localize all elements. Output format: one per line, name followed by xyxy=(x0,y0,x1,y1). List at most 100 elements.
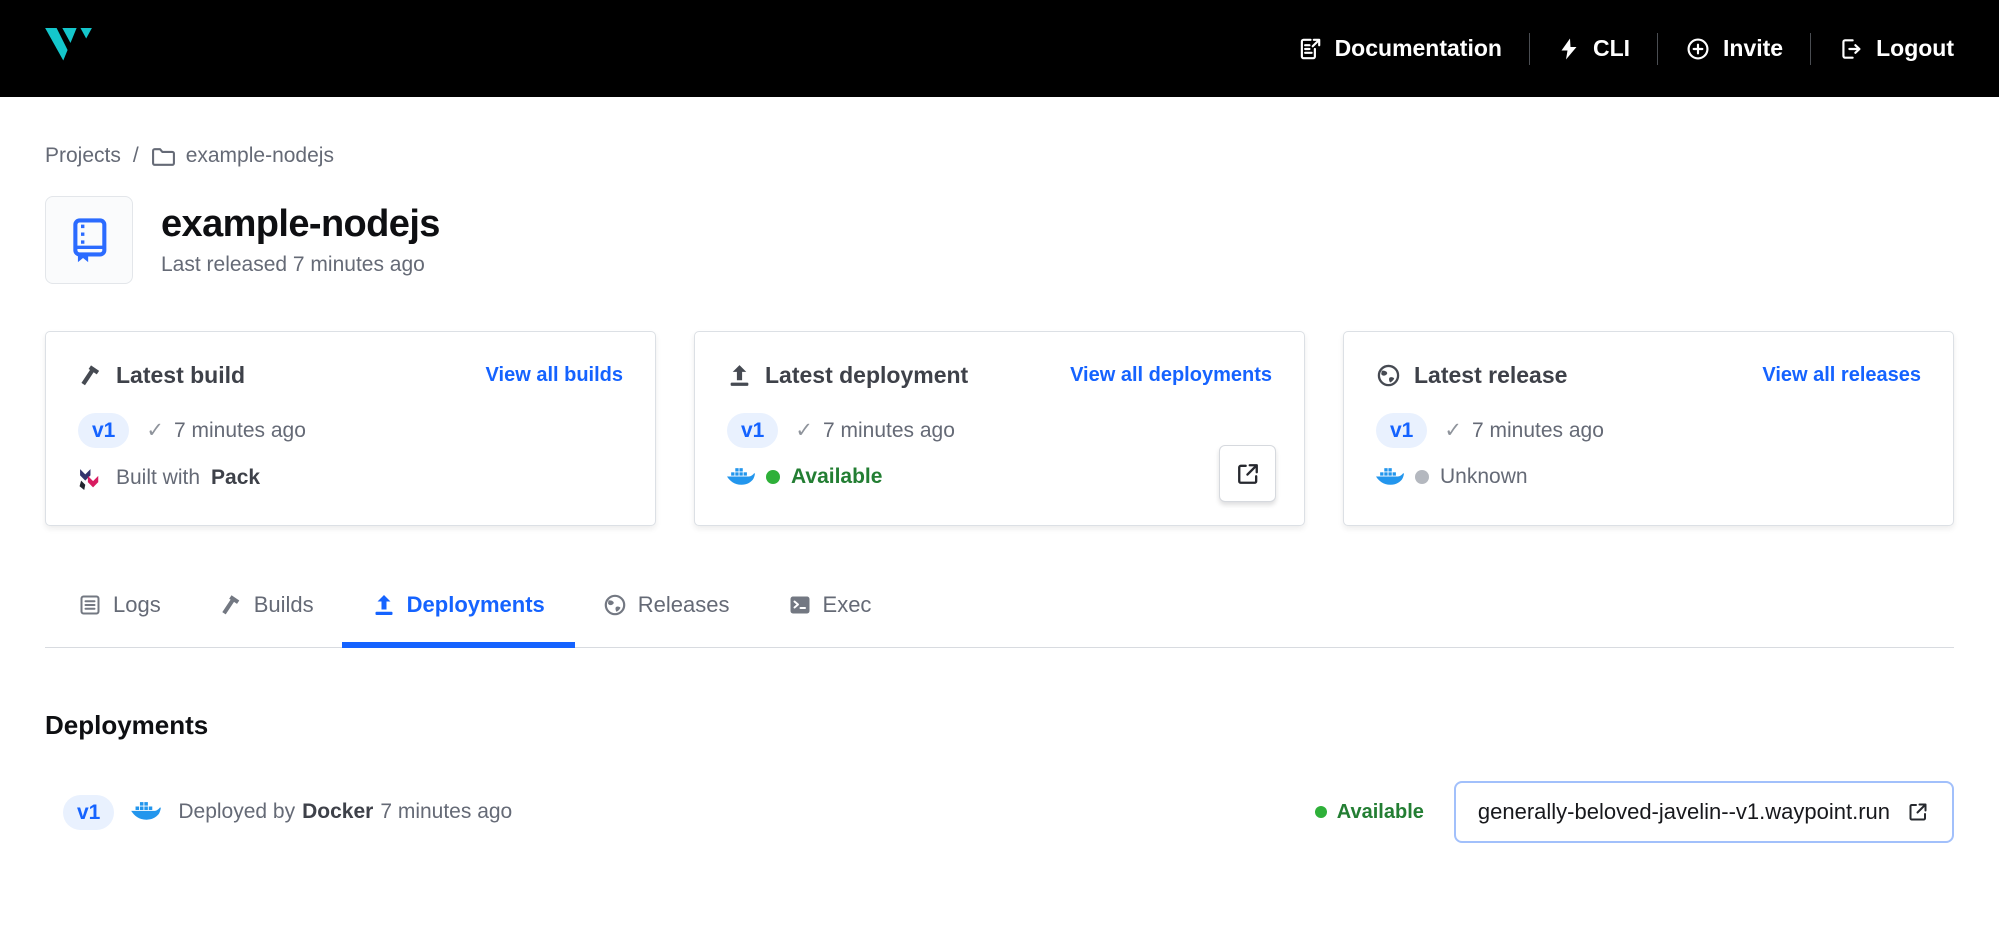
open-deployment-button[interactable] xyxy=(1219,445,1276,502)
page-title: example-nodejs xyxy=(161,203,440,246)
summary-cards: Latest build View all builds v1 ✓ 7 minu… xyxy=(45,331,1954,526)
tab-exec[interactable]: Exec xyxy=(788,592,872,647)
invite-icon xyxy=(1685,36,1711,62)
globe-icon xyxy=(603,593,627,617)
deployment-url-label: generally-beloved-javelin--v1.waypoint.r… xyxy=(1478,799,1890,825)
tab-builds[interactable]: Builds xyxy=(219,592,314,647)
version-badge: v1 xyxy=(1376,413,1427,448)
deployments-heading: Deployments xyxy=(45,710,1954,741)
folder-icon xyxy=(151,146,176,167)
release-time: ✓ 7 minutes ago xyxy=(1444,418,1604,443)
card-title-wrap: Latest release xyxy=(1376,362,1567,389)
cli-icon xyxy=(1557,37,1581,61)
build-meta-row: v1 ✓ 7 minutes ago xyxy=(78,413,623,448)
external-link-icon xyxy=(1906,800,1930,824)
nav-documentation-label: Documentation xyxy=(1335,35,1502,62)
build-detail-row: Built with Pack xyxy=(78,465,623,491)
check-icon: ✓ xyxy=(795,418,813,443)
release-status-row: Unknown xyxy=(1376,465,1921,489)
nav-cli[interactable]: CLI xyxy=(1530,35,1657,62)
card-head: Latest build View all builds xyxy=(78,362,623,389)
build-time-label: 7 minutes ago xyxy=(174,419,306,443)
terminal-icon xyxy=(788,593,812,617)
waypoint-logo[interactable] xyxy=(45,28,93,70)
card-title: Latest release xyxy=(1414,362,1567,389)
tab-deployments[interactable]: Deployments xyxy=(372,592,545,647)
deployment-row-actions: Available generally-beloved-javelin--v1.… xyxy=(1315,781,1954,843)
tab-logs-label: Logs xyxy=(113,592,161,618)
status-dot-available xyxy=(1315,806,1327,818)
card-title: Latest build xyxy=(116,362,245,389)
status-dot-available xyxy=(766,470,780,484)
deployment-row-status-label: Available xyxy=(1337,801,1424,824)
nav-logout[interactable]: Logout xyxy=(1811,35,1954,62)
breadcrumb-separator: / xyxy=(133,144,139,168)
build-time: ✓ 7 minutes ago xyxy=(146,418,306,443)
tab-releases-label: Releases xyxy=(638,592,730,618)
tab-logs[interactable]: Logs xyxy=(78,592,161,647)
deployment-row-info: v1 Deployed by Docker 7 minutes ago xyxy=(63,795,512,830)
globe-icon xyxy=(1376,363,1401,388)
page-subtitle: Last released 7 minutes ago xyxy=(161,253,440,277)
view-all-deployments-link[interactable]: View all deployments xyxy=(1070,364,1272,387)
breadcrumb: Projects / example-nodejs xyxy=(45,144,1954,168)
tab-deployments-label: Deployments xyxy=(407,592,545,618)
deployed-by-prefix: Deployed by xyxy=(178,800,295,824)
built-with-prefix: Built with xyxy=(116,466,200,490)
deployment-time: ✓ 7 minutes ago xyxy=(795,418,955,443)
tab-builds-label: Builds xyxy=(254,592,314,618)
book-icon xyxy=(68,217,110,263)
waypoint-logo-icon xyxy=(45,28,93,70)
builder-name: Pack xyxy=(211,466,260,490)
logout-icon xyxy=(1838,36,1864,62)
navbar-actions: Documentation CLI Invite xyxy=(1270,33,1954,65)
release-status: Unknown xyxy=(1440,465,1528,489)
deployment-status-row: Available xyxy=(727,465,1272,489)
hammer-icon xyxy=(219,593,243,617)
deployment-row-time: 7 minutes ago xyxy=(380,800,512,824)
nav-logout-label: Logout xyxy=(1876,35,1954,62)
nav-cli-label: CLI xyxy=(1593,35,1630,62)
breadcrumb-current-label: example-nodejs xyxy=(186,144,334,168)
version-badge: v1 xyxy=(78,413,129,448)
view-all-releases-link[interactable]: View all releases xyxy=(1762,364,1921,387)
latest-build-card: Latest build View all builds v1 ✓ 7 minu… xyxy=(45,331,656,526)
app-icon-card xyxy=(45,196,133,284)
documentation-icon xyxy=(1297,36,1323,62)
nav-invite[interactable]: Invite xyxy=(1658,35,1810,62)
deployment-meta-row: v1 ✓ 7 minutes ago xyxy=(727,413,1272,448)
breadcrumb-projects[interactable]: Projects xyxy=(45,144,121,168)
card-title: Latest deployment xyxy=(765,362,968,389)
deployment-description: Deployed by Docker 7 minutes ago xyxy=(178,800,512,824)
check-icon: ✓ xyxy=(146,418,164,443)
card-title-wrap: Latest deployment xyxy=(727,362,968,389)
deployment-time-label: 7 minutes ago xyxy=(823,419,955,443)
project-tabs: Logs Builds Deployments xyxy=(45,592,1954,648)
pack-icon xyxy=(78,465,105,491)
project-title-block: example-nodejs Last released 7 minutes a… xyxy=(161,203,440,277)
top-navbar: Documentation CLI Invite xyxy=(0,0,1999,97)
version-badge: v1 xyxy=(727,413,778,448)
hammer-icon xyxy=(78,363,103,388)
deployment-url-button[interactable]: generally-beloved-javelin--v1.waypoint.r… xyxy=(1454,781,1954,843)
latest-release-card: Latest release View all releases v1 ✓ 7 … xyxy=(1343,331,1954,526)
deployment-row: v1 Deployed by Docker 7 minutes ago xyxy=(45,781,1954,843)
page-content: Projects / example-nodejs example-nodejs… xyxy=(0,144,1999,843)
check-icon: ✓ xyxy=(1444,418,1462,443)
card-title-wrap: Latest build xyxy=(78,362,245,389)
nav-documentation[interactable]: Documentation xyxy=(1270,35,1529,62)
card-head: Latest release View all releases xyxy=(1376,362,1921,389)
tab-releases[interactable]: Releases xyxy=(603,592,730,647)
tab-exec-label: Exec xyxy=(823,592,872,618)
upload-icon xyxy=(372,593,396,617)
nav-invite-label: Invite xyxy=(1723,35,1783,62)
breadcrumb-current[interactable]: example-nodejs xyxy=(151,144,334,168)
card-head: Latest deployment View all deployments xyxy=(727,362,1272,389)
view-all-builds-link[interactable]: View all builds xyxy=(486,364,623,387)
operator-name: Docker xyxy=(302,800,373,824)
logs-icon xyxy=(78,593,102,617)
external-link-icon xyxy=(1234,460,1262,488)
project-header: example-nodejs Last released 7 minutes a… xyxy=(45,196,1954,284)
release-meta-row: v1 ✓ 7 minutes ago xyxy=(1376,413,1921,448)
docker-icon xyxy=(1376,467,1404,488)
